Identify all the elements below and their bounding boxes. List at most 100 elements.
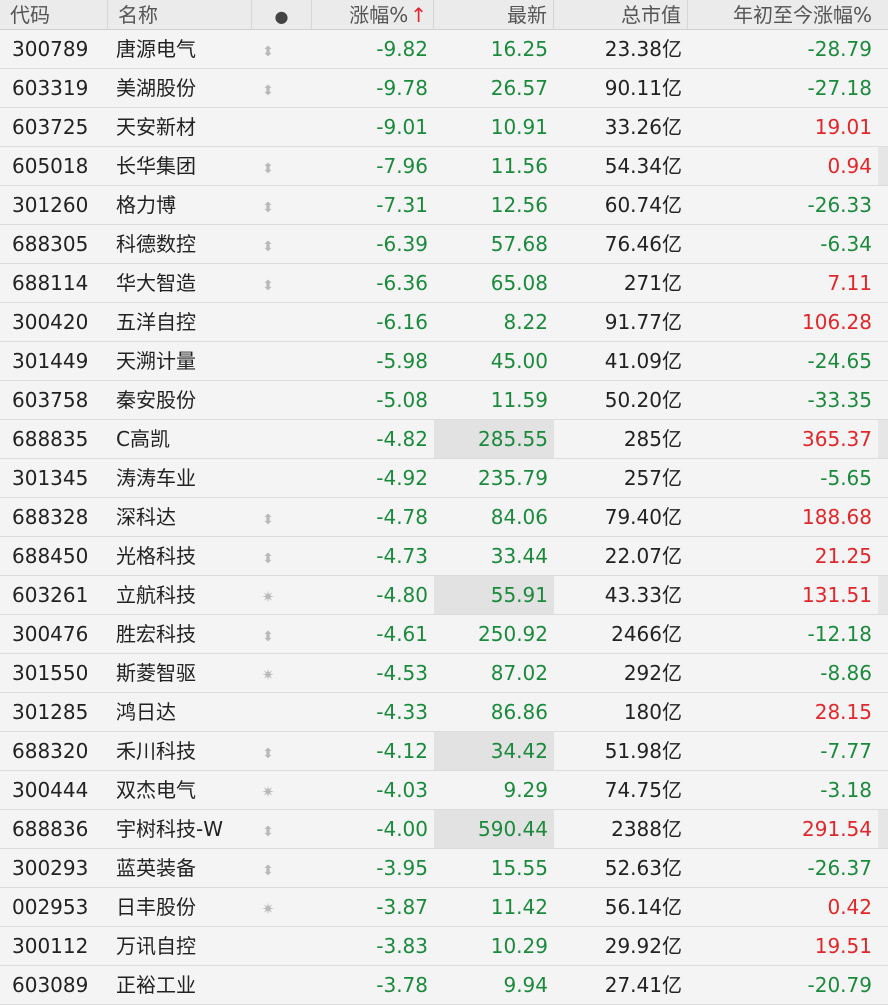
table-row[interactable]: 688114 华大智造 ⬍ -6.36 65.08 271亿 7.11 [0, 264, 888, 303]
row-edge-marker [878, 147, 888, 185]
row-edge-marker [878, 420, 888, 458]
stock-name: 深科达 [116, 505, 176, 529]
table-row[interactable]: 301345 涛涛车业 -4.92 235.79 257亿 -5.65 [0, 459, 888, 498]
col-header-dot[interactable]: ● [252, 0, 312, 29]
table-row[interactable]: 603725 天安新材 -9.01 10.91 33.26亿 19.01 [0, 108, 888, 147]
table-row[interactable]: 300444 双杰电气 ✷ -4.03 9.29 74.75亿 -3.18 [0, 771, 888, 810]
sort-up-arrow-icon: ↑ [410, 3, 427, 27]
table-row[interactable]: 688305 科德数控 ⬍ -6.39 57.68 76.46亿 -6.34 [0, 225, 888, 264]
table-row[interactable]: 603319 美湖股份 ⬍ -9.78 26.57 90.11亿 -27.18 [0, 69, 888, 108]
table-row[interactable]: 301285 鸿日达 -4.33 86.86 180亿 28.15 [0, 693, 888, 732]
ytd-change: 7.11 [827, 271, 872, 295]
ytd-change: -27.18 [807, 76, 872, 100]
table-row[interactable]: 688835 C高凯 -4.82 285.55 285亿 365.37 [0, 420, 888, 459]
star-icon: ✷ [261, 783, 275, 801]
market-cap: 41.09亿 [604, 349, 682, 373]
stock-name: 长华集团 [116, 154, 196, 178]
star-icon: ✷ [261, 666, 275, 684]
row-flag-cell [252, 966, 312, 1004]
ytd-change: 19.01 [814, 115, 872, 139]
table-row[interactable]: 603261 立航科技 ✷ -4.80 55.91 43.33亿 131.51 [0, 576, 888, 615]
ytd-change: -20.79 [807, 973, 872, 997]
last-price: 12.56 [490, 193, 548, 217]
last-price: 57.68 [490, 232, 548, 256]
row-flag-cell: ✷ [252, 888, 312, 926]
stock-code: 300476 [12, 622, 89, 646]
change-percent: -7.31 [376, 193, 428, 217]
last-price: 34.42 [434, 732, 554, 770]
updown-arrows-icon: ⬍ [262, 551, 274, 567]
ytd-change: 0.42 [827, 895, 872, 919]
change-percent: -6.39 [376, 232, 428, 256]
table-row[interactable]: 300476 胜宏科技 ⬍ -4.61 250.92 2466亿 -12.18 [0, 615, 888, 654]
updown-arrows-icon: ⬍ [262, 44, 274, 60]
stock-name: 万讯自控 [116, 934, 196, 958]
table-row[interactable]: 300293 蓝英装备 ⬍ -3.95 15.55 52.63亿 -26.37 [0, 849, 888, 888]
change-percent: -4.73 [376, 544, 428, 568]
stock-name: 格力博 [116, 193, 176, 217]
table-row[interactable]: 002953 日丰股份 ✷ -3.87 11.42 56.14亿 0.42 [0, 888, 888, 927]
market-cap: 50.20亿 [604, 388, 682, 412]
stock-table: 代码 名称 ● 涨幅% ↑ 最新 总市值 年初至今涨幅% 300789 唐源电气 ⬍ -… [0, 0, 888, 1005]
last-price: 590.44 [434, 810, 554, 848]
last-price: 45.00 [490, 349, 548, 373]
ytd-change: 291.54 [802, 817, 872, 841]
stock-code: 300112 [12, 934, 89, 958]
last-price: 235.79 [478, 466, 548, 490]
stock-code: 301550 [12, 661, 89, 685]
col-header-name[interactable]: 名称 [108, 0, 252, 29]
star-icon: ✷ [261, 588, 275, 606]
stock-name: 美湖股份 [116, 76, 196, 100]
market-cap: 54.34亿 [604, 154, 682, 178]
col-header-ytd[interactable]: 年初至今涨幅% [688, 0, 878, 29]
row-flag-cell: ⬍ [252, 615, 312, 653]
stock-name: 正裕工业 [116, 973, 196, 997]
stock-name: 秦安股份 [116, 388, 196, 412]
table-row[interactable]: 301550 斯菱智驱 ✷ -4.53 87.02 292亿 -8.86 [0, 654, 888, 693]
stock-code: 688305 [12, 232, 89, 256]
table-row[interactable]: 688836 宇树科技-W ⬍ -4.00 590.44 2388亿 291.54 [0, 810, 888, 849]
stock-name: 立航科技 [116, 583, 196, 607]
change-percent: -3.83 [376, 934, 428, 958]
market-cap: 51.98亿 [604, 739, 682, 763]
table-row[interactable]: 688320 禾川科技 ⬍ -4.12 34.42 51.98亿 -7.77 [0, 732, 888, 771]
table-row[interactable]: 688328 深科达 ⬍ -4.78 84.06 79.40亿 188.68 [0, 498, 888, 537]
table-row[interactable]: 300420 五洋自控 -6.16 8.22 91.77亿 106.28 [0, 303, 888, 342]
change-percent: -4.12 [376, 739, 428, 763]
stock-code: 301285 [12, 700, 89, 724]
ytd-change: -24.65 [807, 349, 872, 373]
stock-code: 688836 [12, 817, 89, 841]
stock-code: 300444 [12, 778, 89, 802]
table-row[interactable]: 603758 秦安股份 -5.08 11.59 50.20亿 -33.35 [0, 381, 888, 420]
stock-code: 603758 [12, 388, 89, 412]
ytd-change: -6.34 [820, 232, 872, 256]
row-flag-cell [252, 927, 312, 965]
table-row[interactable]: 301260 格力博 ⬍ -7.31 12.56 60.74亿 -26.33 [0, 186, 888, 225]
table-row[interactable]: 688450 光格科技 ⬍ -4.73 33.44 22.07亿 21.25 [0, 537, 888, 576]
stock-name: 斯菱智驱 [116, 661, 196, 685]
market-cap: 90.11亿 [604, 76, 682, 100]
table-row[interactable]: 605018 长华集团 ⬍ -7.96 11.56 54.34亿 0.94 [0, 147, 888, 186]
last-price: 15.55 [490, 856, 548, 880]
table-row[interactable]: 301449 天溯计量 -5.98 45.00 41.09亿 -24.65 [0, 342, 888, 381]
market-cap: 33.26亿 [604, 115, 682, 139]
row-flag-cell: ⬍ [252, 30, 312, 68]
col-header-last[interactable]: 最新 [434, 0, 554, 29]
stock-name: 双杰电气 [116, 778, 196, 802]
col-header-market-cap[interactable]: 总市值 [554, 0, 688, 29]
market-cap: 56.14亿 [604, 895, 682, 919]
table-row[interactable]: 603089 正裕工业 -3.78 9.94 27.41亿 -20.79 [0, 966, 888, 1005]
last-price: 65.08 [490, 271, 548, 295]
table-row[interactable]: 300112 万讯自控 -3.83 10.29 29.92亿 19.51 [0, 927, 888, 966]
ytd-change: -26.33 [807, 193, 872, 217]
table-row[interactable]: 300789 唐源电气 ⬍ -9.82 16.25 23.38亿 -28.79 [0, 30, 888, 69]
col-header-code[interactable]: 代码 [0, 0, 108, 29]
ytd-change: 188.68 [802, 505, 872, 529]
market-cap: 79.40亿 [604, 505, 682, 529]
last-price: 11.42 [490, 895, 548, 919]
ytd-change: 365.37 [802, 427, 872, 451]
stock-code: 688328 [12, 505, 89, 529]
ytd-change: 21.25 [814, 544, 872, 568]
star-icon: ✷ [261, 900, 275, 918]
col-header-change[interactable]: 涨幅% ↑ [312, 0, 434, 29]
